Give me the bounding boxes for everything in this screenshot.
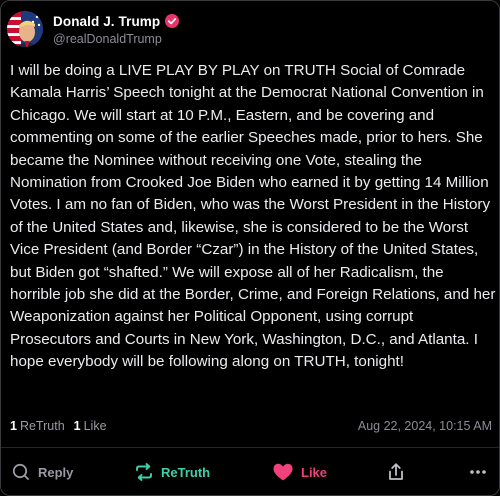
retruth-stat[interactable]: 1 ReTruth bbox=[10, 419, 65, 433]
author-handle[interactable]: @realDonaldTrump bbox=[53, 32, 179, 46]
like-stat-label: Like bbox=[83, 419, 107, 433]
like-label: Like bbox=[301, 464, 328, 480]
post-text: I will be doing a LIVE PLAY BY PLAY on T… bbox=[10, 62, 496, 371]
verified-icon bbox=[165, 14, 180, 28]
avatar[interactable] bbox=[7, 11, 43, 47]
like-stat[interactable]: 1 Like bbox=[74, 419, 107, 433]
share-icon bbox=[387, 462, 405, 482]
display-name[interactable]: Donald J. Trump bbox=[53, 14, 160, 29]
like-icon bbox=[272, 462, 294, 482]
more-button[interactable] bbox=[468, 448, 488, 495]
retruth-icon bbox=[134, 462, 154, 482]
retruth-stat-label: ReTruth bbox=[19, 419, 65, 433]
post-card: Donald J. Trump @realDonaldTrump I will … bbox=[0, 0, 500, 496]
post-stats: 1 ReTruth 1 Like Aug 22, 2024, 10:15 AM bbox=[10, 417, 492, 435]
reply-icon bbox=[11, 462, 31, 482]
post-timestamp: Aug 22, 2024, 10:15 AM bbox=[357, 419, 492, 433]
action-bar: Reply ReTruth Like bbox=[1, 448, 499, 495]
share-button[interactable] bbox=[387, 448, 405, 495]
author-names: Donald J. Trump @realDonaldTrump bbox=[53, 12, 180, 46]
more-icon bbox=[468, 462, 488, 482]
retruth-label: ReTruth bbox=[161, 464, 211, 480]
post-header: Donald J. Trump @realDonaldTrump bbox=[7, 9, 180, 49]
reply-button[interactable]: Reply bbox=[11, 448, 74, 495]
retruth-button[interactable]: ReTruth bbox=[134, 448, 211, 495]
retruth-count: 1 bbox=[10, 419, 17, 433]
like-button[interactable]: Like bbox=[272, 448, 328, 495]
reply-label: Reply bbox=[38, 464, 74, 480]
like-count: 1 bbox=[73, 419, 81, 433]
